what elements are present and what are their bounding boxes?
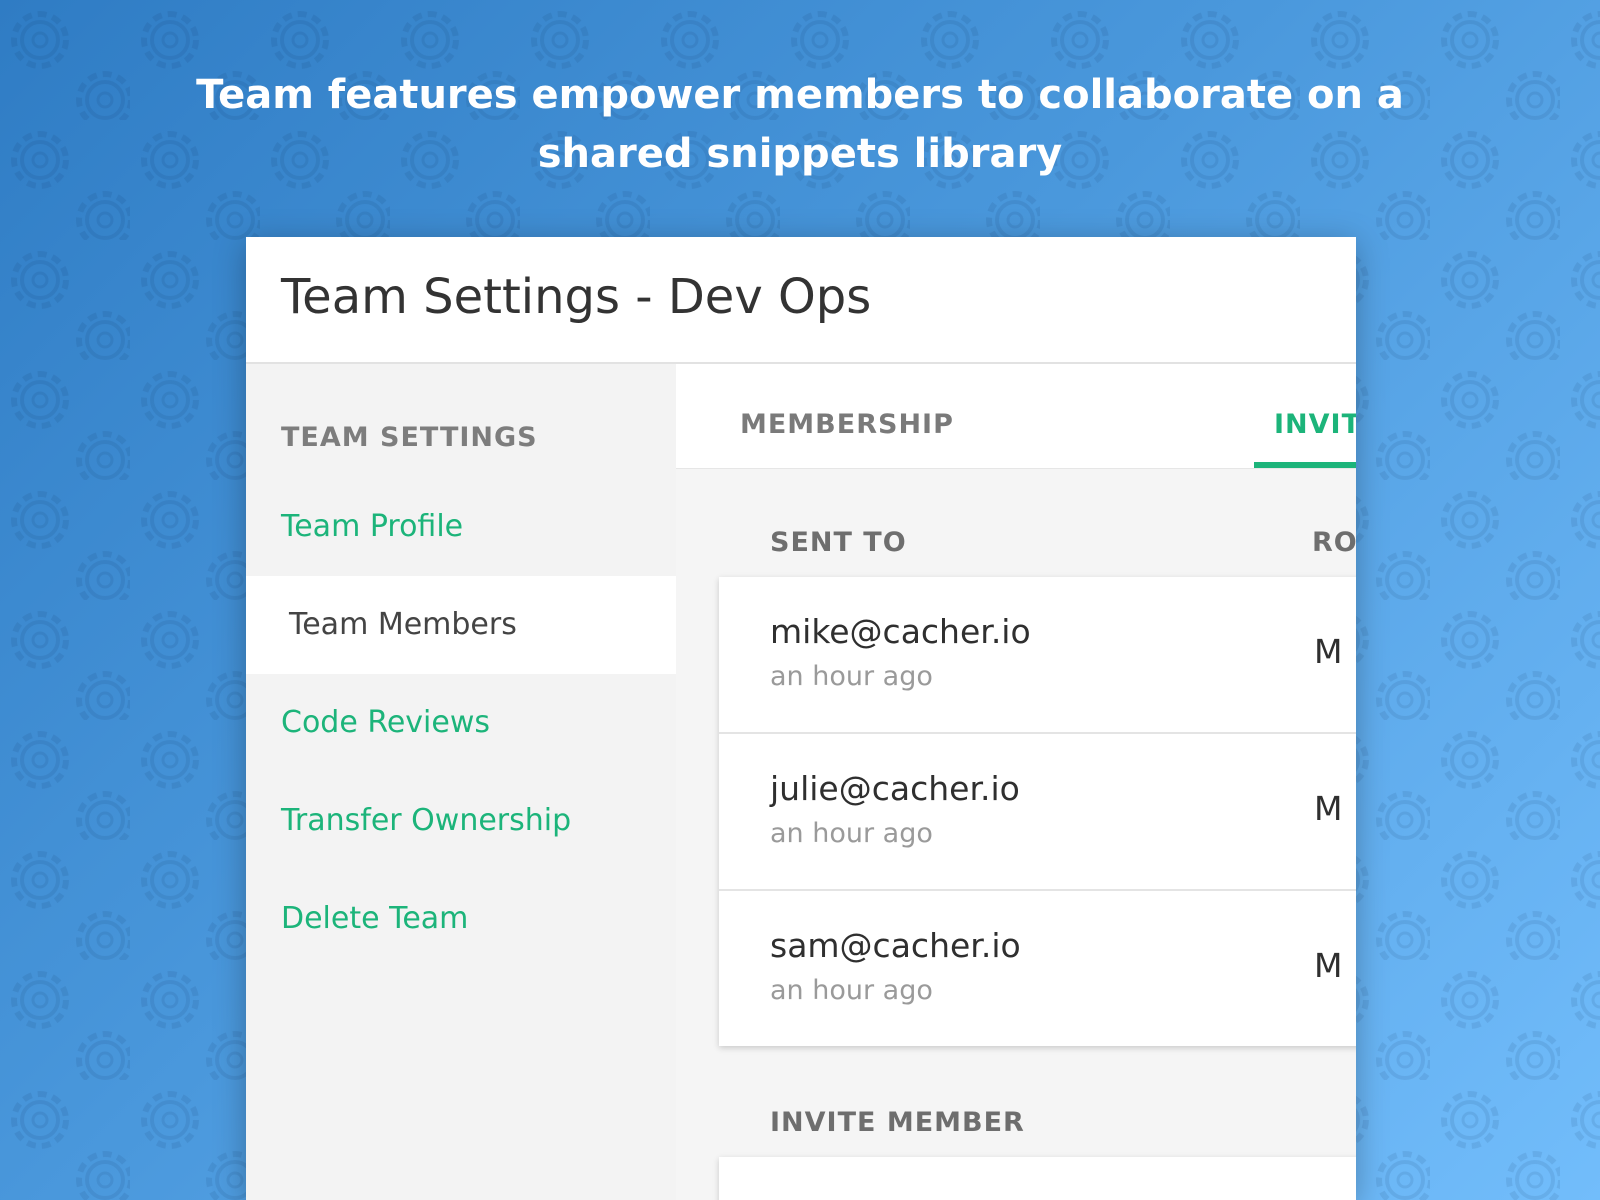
tab-bar: MEMBERSHIP INVITATIONS bbox=[676, 364, 1356, 469]
column-header-role: RO bbox=[1312, 527, 1356, 558]
table-row[interactable]: julie@cacher.io an hour ago M bbox=[719, 734, 1356, 891]
invite-role: M bbox=[1314, 789, 1343, 828]
invite-sent-time: an hour ago bbox=[770, 975, 933, 1006]
invite-sent-time: an hour ago bbox=[770, 661, 933, 692]
invite-email: julie@cacher.io bbox=[770, 769, 1020, 808]
sidebar-item-code-reviews[interactable]: Code Reviews bbox=[246, 674, 676, 772]
headline-line-1: Team features empower members to collabo… bbox=[196, 72, 1404, 118]
window-title: Team Settings - Dev Ops bbox=[281, 269, 872, 325]
sidebar-item-team-members[interactable]: Team Members bbox=[246, 576, 676, 674]
tab-membership[interactable]: MEMBERSHIP bbox=[740, 364, 954, 468]
invite-role: M bbox=[1314, 946, 1343, 985]
settings-sidebar: TEAM SETTINGS Team Profile Team Members … bbox=[246, 364, 676, 1200]
column-header-sent-to: SENT TO bbox=[770, 527, 907, 558]
invite-email: mike@cacher.io bbox=[770, 612, 1031, 651]
invite-role: M bbox=[1314, 632, 1343, 671]
invite-member-heading: INVITE MEMBER bbox=[770, 1107, 1025, 1138]
invite-sent-time: an hour ago bbox=[770, 818, 933, 849]
invitations-list: mike@cacher.io an hour ago M julie@cache… bbox=[719, 577, 1356, 1046]
tab-invitations-label: INVITATIONS bbox=[1274, 409, 1356, 440]
tab-invitations[interactable]: INVITATIONS bbox=[1274, 364, 1356, 468]
settings-content: MEMBERSHIP INVITATIONS SENT TO RO mike@c… bbox=[676, 364, 1356, 1200]
invite-member-form[interactable] bbox=[719, 1157, 1356, 1200]
sidebar-item-transfer-ownership[interactable]: Transfer Ownership bbox=[246, 772, 676, 870]
invite-email: sam@cacher.io bbox=[770, 926, 1021, 965]
sidebar-item-team-profile[interactable]: Team Profile bbox=[246, 478, 676, 576]
table-row[interactable]: sam@cacher.io an hour ago M bbox=[719, 891, 1356, 1046]
headline-line-2: shared snippets library bbox=[537, 131, 1063, 177]
marketing-headline: Team features empower members to collabo… bbox=[0, 66, 1600, 184]
active-tab-indicator bbox=[1254, 462, 1356, 468]
sidebar-heading: TEAM SETTINGS bbox=[281, 422, 538, 453]
table-row[interactable]: mike@cacher.io an hour ago M bbox=[719, 577, 1356, 734]
team-settings-window: Team Settings - Dev Ops TEAM SETTINGS Te… bbox=[246, 237, 1356, 1200]
sidebar-item-delete-team[interactable]: Delete Team bbox=[246, 870, 676, 968]
window-header: Team Settings - Dev Ops bbox=[246, 237, 1356, 364]
